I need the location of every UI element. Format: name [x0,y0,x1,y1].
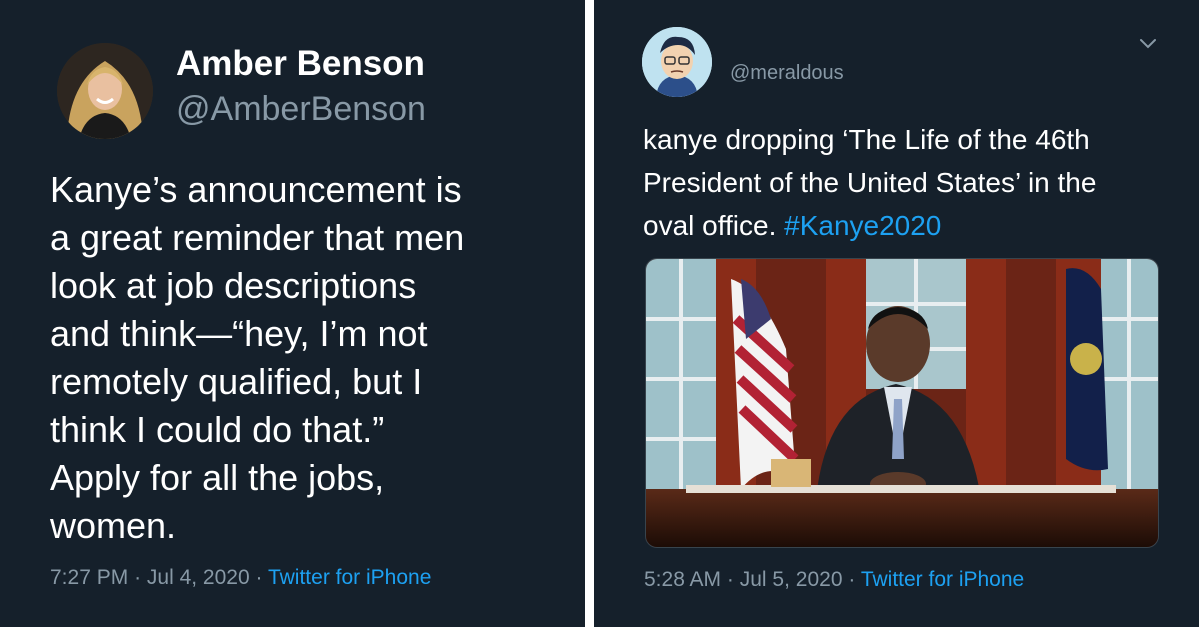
tweet-text-line-last: oval office. #Kanye2020 [643,204,1173,247]
tweet-text-line: remotely qualified, but I [50,361,423,402]
tweet-card-right: @meraldous kanye dropping ‘The Life of t… [594,0,1199,627]
tweet-meta: 7:27 PM · Jul 4, 2020 · Twitter for iPho… [50,566,431,590]
display-name[interactable]: Amber Benson [176,44,425,84]
avatar[interactable] [57,43,153,139]
tweet-text-line: kanye dropping ‘The Life of the 46th [643,124,1090,155]
tweet-text-line: Kanye’s announcement is [50,169,462,210]
tweet-source-link[interactable]: Twitter for iPhone [268,566,431,589]
user-handle[interactable]: @meraldous [730,62,844,85]
tweet-text-line: women. [50,505,177,546]
tweet-text-line: a great reminder that men [50,217,465,258]
meta-separator: · [255,566,263,589]
tweet-meta: 5:28 AM · Jul 5, 2020 · Twitter for iPho… [644,568,1024,592]
meta-separator: · [848,568,856,591]
meta-separator: · [134,566,142,589]
tweet-text-line: and think—“hey, I’m not [50,313,428,354]
user-handle[interactable]: @AmberBenson [176,90,426,129]
tweet-time[interactable]: 5:28 AM [644,568,721,591]
avatar[interactable] [642,27,712,97]
tweet-text-line: Apply for all the jobs, [50,457,385,498]
tweet-media-image[interactable] [645,258,1159,548]
tweet-date[interactable]: Jul 4, 2020 [147,566,250,589]
tweet-text-line: think I could do that.” [50,409,385,450]
tweet-time[interactable]: 7:27 PM [50,566,128,589]
tweet-source-link[interactable]: Twitter for iPhone [861,568,1024,591]
tweet-text-line: President of the United States’ in the [643,167,1097,198]
meta-separator: · [726,568,734,591]
tweet-text: kanye dropping ‘The Life of the 46th Pre… [643,118,1173,247]
hashtag-link[interactable]: #Kanye2020 [784,210,941,241]
tweet-date[interactable]: Jul 5, 2020 [740,568,843,591]
tweet-card-left: Amber Benson @AmberBenson Kanye’s announ… [0,0,585,627]
tweet-text: Kanye’s announcement is a great reminder… [50,166,575,550]
chevron-down-icon[interactable] [1139,36,1157,50]
tweet-text-line: look at job descriptions [50,265,417,306]
tweet-text-fragment: oval office. [643,210,785,241]
